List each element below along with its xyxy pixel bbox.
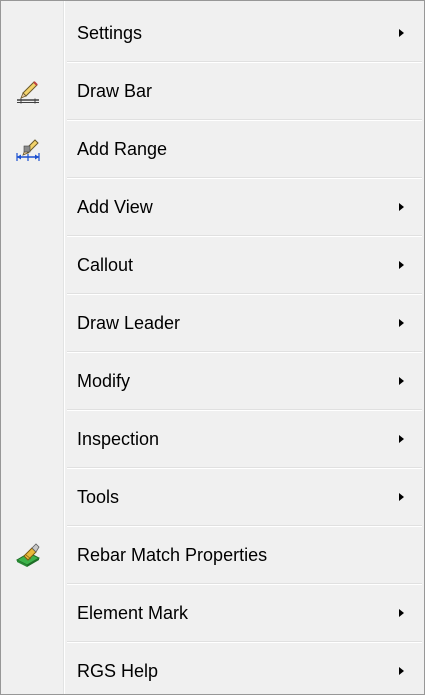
add-range-icon bbox=[16, 139, 40, 161]
menu-item-label: RGS Help bbox=[77, 660, 159, 681]
menu-item-label: Callout bbox=[77, 254, 134, 275]
menu-item-label: Tools bbox=[77, 486, 120, 507]
menu-item-element-mark[interactable]: Element Mark bbox=[1, 584, 424, 643]
menu-item-label: Inspection bbox=[77, 428, 160, 449]
draw-bar-icon bbox=[17, 81, 39, 104]
menu-item-label: Draw Leader bbox=[77, 312, 181, 333]
menu-item-label: Settings bbox=[77, 22, 143, 43]
submenu-arrow-icon bbox=[399, 667, 404, 675]
submenu-arrow-icon bbox=[399, 203, 404, 211]
menu-item-label: Rebar Match Properties bbox=[77, 544, 268, 565]
menu-item-label: Add View bbox=[77, 196, 153, 217]
menu-item-add-view[interactable]: Add View bbox=[1, 178, 424, 237]
submenu-arrow-icon bbox=[399, 29, 404, 37]
submenu-arrow-icon bbox=[399, 319, 404, 327]
menu-item-rgs-help[interactable]: RGS Help bbox=[1, 642, 424, 700]
submenu-arrow-icon bbox=[399, 261, 404, 269]
menu-item-callout[interactable]: Callout bbox=[1, 236, 424, 295]
context-menu: Settings Draw Bar Add Range Add View Cal… bbox=[0, 0, 425, 695]
submenu-arrow-icon bbox=[399, 435, 404, 443]
menu-item-label: Draw Bar bbox=[77, 80, 153, 101]
menu-item-label: Add Range bbox=[77, 138, 168, 159]
submenu-arrow-icon bbox=[399, 609, 404, 617]
menu-item-modify[interactable]: Modify bbox=[1, 352, 424, 411]
submenu-arrow-icon bbox=[399, 493, 404, 501]
menu-item-draw-bar[interactable]: Draw Bar bbox=[1, 62, 424, 121]
menu-item-label: Element Mark bbox=[77, 602, 189, 623]
menu-item-tools[interactable]: Tools bbox=[1, 468, 424, 527]
menu-item-settings[interactable]: Settings bbox=[1, 4, 424, 63]
menu-items: Settings Draw Bar Add Range Add View Cal… bbox=[1, 4, 424, 700]
menu-item-add-range[interactable]: Add Range bbox=[1, 120, 424, 179]
menu-item-rebar-match-properties[interactable]: Rebar Match Properties bbox=[1, 526, 424, 585]
menu-item-draw-leader[interactable]: Draw Leader bbox=[1, 294, 424, 353]
match-properties-brush-icon bbox=[15, 543, 41, 567]
submenu-arrow-icon bbox=[399, 377, 404, 385]
menu-item-label: Modify bbox=[77, 370, 131, 391]
menu-item-inspection[interactable]: Inspection bbox=[1, 410, 424, 469]
